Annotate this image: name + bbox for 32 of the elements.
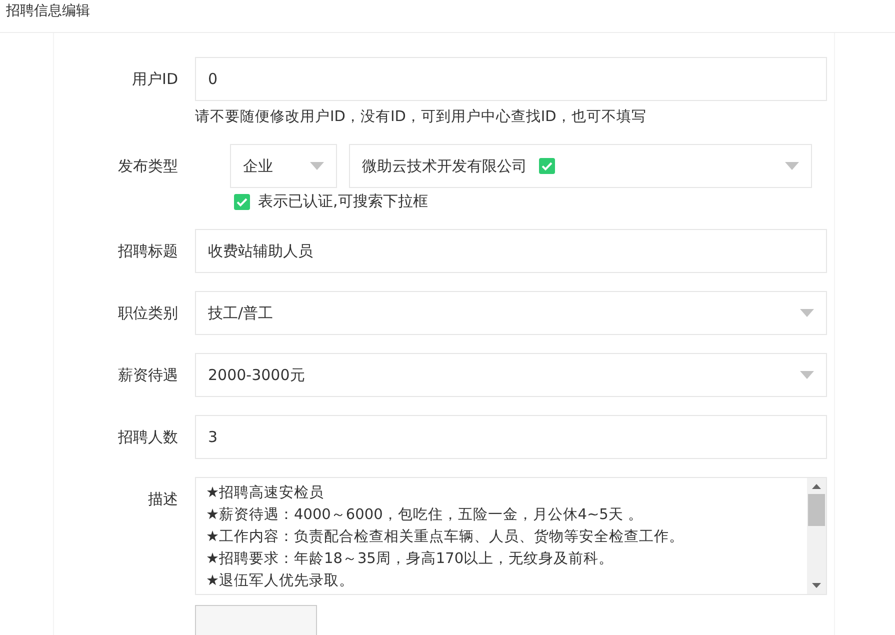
field-label: 职位类别 (117, 303, 179, 324)
description-textarea[interactable]: ★招聘高速安检员 ★薪资待遇：4000～6000，包吃住，五险一金，月公休4~5天 。 ★工作内容：负责配合检查相关重点车辆、人员、货物等安全检查工作。 ★招聘要求：年龄18～35周，身高170以上，无纹身及前科。 ★退伍军人优先录取。 (195, 477, 827, 595)
input-field[interactable]: 0 (195, 57, 827, 101)
window-title: 招聘信息编辑 (6, 5, 90, 17)
hint-text: 请不要随便修改用户ID，没有ID，可到用户中心查找ID，也可不填写 (195, 108, 648, 126)
field-label: 招聘人数 (117, 427, 179, 448)
text-line: ★招聘高速安检员 (206, 484, 325, 503)
field-label: 招聘标题 (117, 241, 179, 262)
input-field[interactable]: 3 (195, 415, 827, 459)
text-line: ★薪资待遇：4000～6000，包吃住，五险一金，月公休4~5天 。 (206, 506, 644, 525)
caret-icon (310, 162, 324, 170)
check-icon (234, 194, 250, 210)
text-line: ★退伍军人优先录取。 (206, 572, 355, 591)
type-dropdown[interactable]: 企业 (230, 144, 337, 188)
text-line: ★招聘要求：年龄18～35周，身高170以上，无纹身及前科。 (206, 550, 615, 569)
caret-icon (800, 371, 814, 379)
input-field[interactable]: 收费站辅助人员 (195, 229, 827, 273)
select-field[interactable]: 技工/普工 (195, 291, 827, 335)
select-field[interactable]: 2000-3000元 (195, 353, 827, 397)
text-line: ★工作内容：负责配合检查相关重点车辆、人员、货物等安全检查工作。 (206, 528, 685, 547)
scrollbar-thumb[interactable] (808, 494, 825, 526)
scroll-down-icon[interactable] (812, 583, 821, 588)
field-label: 发布类型 (117, 156, 179, 177)
caret-icon (800, 309, 814, 317)
caret-icon (785, 162, 799, 170)
field-label: 描述 (147, 489, 179, 510)
scrollbar[interactable] (807, 478, 826, 594)
company-dropdown[interactable]: 微助云技术开发有限公司 (349, 144, 812, 188)
scroll-up-icon[interactable] (812, 484, 821, 489)
field-label: 用户ID (131, 69, 179, 90)
legend-text: 表示已认证,可搜索下拉框 (258, 192, 428, 211)
field-label: 薪资待遇 (117, 365, 179, 386)
